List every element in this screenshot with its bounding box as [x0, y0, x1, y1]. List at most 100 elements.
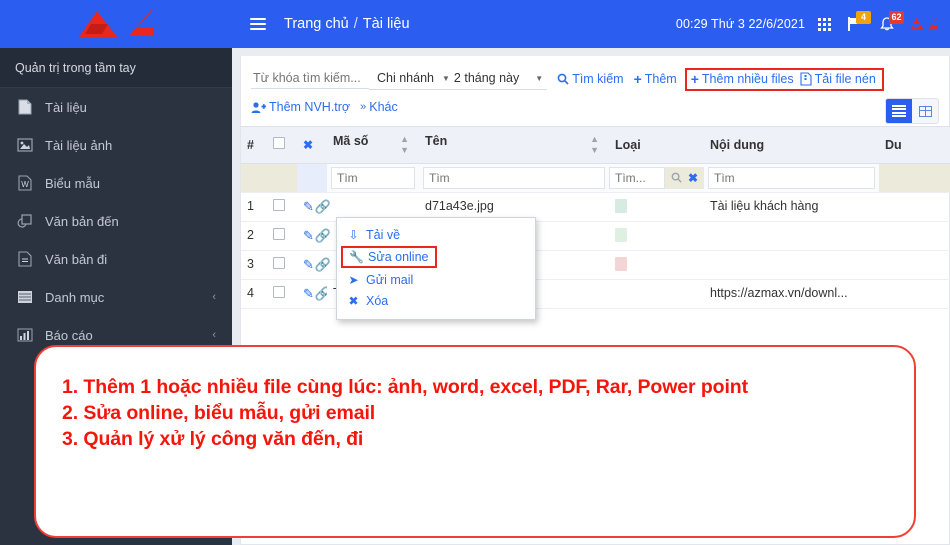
add-user-icon — [251, 101, 266, 113]
context-menu-item-label: Sửa online — [368, 250, 429, 264]
context-menu-item-label: Xóa — [366, 293, 389, 308]
flag-badge: 4 — [856, 11, 871, 24]
col-header-clear[interactable]: ✖ — [297, 126, 327, 164]
context-menu-item-edit-online[interactable]: 🔧 Sửa online — [341, 246, 437, 268]
filter-input-code[interactable] — [331, 166, 415, 189]
sidebar-item-van-ban-den[interactable]: Văn bản đến — [0, 202, 232, 240]
topbar-actions: 00:29 Thứ 3 22/6/2021 4 62 — [676, 11, 938, 34]
col-header-content[interactable]: Nội dung — [704, 126, 879, 164]
filter-input-content[interactable] — [708, 166, 875, 189]
view-toggle-group — [885, 98, 939, 124]
sidebar-logo[interactable] — [0, 0, 232, 48]
filter-cell-checkbox — [267, 163, 297, 193]
row-checkbox[interactable] — [273, 227, 285, 240]
grid-view-icon[interactable] — [912, 99, 938, 123]
cell-num: 1 — [241, 192, 267, 222]
sidebar-item-label: Văn bản đi — [45, 251, 108, 267]
breadcrumb: Trang chủ / Tài liệu — [284, 16, 410, 32]
add-support-staff-label: Thêm NVH.trợ — [269, 100, 351, 114]
add-button[interactable]: + Thêm — [634, 72, 677, 86]
row-action-icons[interactable]: ✎🔗 — [303, 199, 332, 214]
filter-cell-extra — [879, 163, 950, 193]
send-mail-icon: ➤ — [348, 272, 359, 287]
breadcrumb-home[interactable]: Trang chủ — [284, 16, 349, 32]
row-action-icons[interactable]: ✎🔗 — [303, 257, 332, 272]
filter-input-name[interactable] — [423, 166, 605, 189]
context-menu-item-send-mail[interactable]: ➤ Gửi mail — [337, 269, 535, 290]
chevron-down-icon: ▼ — [535, 73, 544, 83]
add-support-staff-button[interactable]: Thêm NVH.trợ — [251, 100, 350, 114]
search-button[interactable]: Tìm kiếm — [557, 72, 624, 86]
select-all-checkbox[interactable] — [273, 137, 285, 150]
cell-type-label — [704, 250, 879, 280]
date-range-select[interactable]: ▼ 2 tháng này ▼ — [440, 68, 548, 90]
filter-input-type[interactable] — [609, 166, 665, 189]
row-action-icons[interactable]: ✎🔗 — [303, 228, 332, 243]
cell-checkbox[interactable] — [267, 192, 297, 222]
download-icon: ⇩ — [348, 227, 359, 242]
topbar: Trang chủ / Tài liệu 00:29 Thứ 3 22/6/20… — [232, 0, 950, 48]
sidebar-item-bieu-mau[interactable]: W Biểu mẫu — [0, 164, 232, 202]
sidebar-item-danh-muc[interactable]: Danh mục ‹ — [0, 278, 232, 316]
cell-row-actions[interactable]: ✎🔗» — [297, 279, 327, 309]
sort-icon[interactable]: ▲ ▼ — [590, 134, 599, 156]
filter-cell-code — [327, 163, 419, 193]
inbox-doc-icon — [14, 212, 36, 230]
bell-icon[interactable]: 62 — [877, 11, 904, 34]
clear-x-icon[interactable]: ✖ — [303, 138, 313, 152]
col-header-num: # — [241, 126, 267, 164]
chevron-left-icon: ‹ — [212, 291, 216, 303]
hamburger-icon[interactable] — [250, 18, 266, 30]
word-icon: W — [14, 174, 36, 192]
col-header-extra[interactable]: Du — [879, 126, 950, 164]
row-action-icons[interactable]: ✎🔗» — [303, 286, 327, 301]
sidebar-item-tai-lieu-anh[interactable]: Tài liệu ảnh — [0, 126, 232, 164]
sidebar-item-label: Báo cáo — [45, 327, 93, 343]
row-checkbox[interactable] — [273, 285, 285, 298]
branch-select[interactable]: Chi nhánh — [369, 68, 440, 90]
col-header-label: Tên — [425, 134, 448, 148]
cell-content: https://azmax.vn/downl... — [704, 279, 879, 309]
context-menu-item-download[interactable]: ⇩ Tải về — [337, 224, 535, 245]
svg-text:W: W — [21, 180, 29, 189]
flag-icon[interactable]: 4 — [844, 11, 871, 34]
list-view-icon[interactable] — [886, 99, 912, 123]
wrench-icon: 🔧 — [349, 250, 364, 264]
col-header-code[interactable]: ▲ ▼ Mã số — [327, 126, 419, 164]
plus-icon: + — [690, 70, 699, 87]
sidebar-item-tai-lieu[interactable]: Tài liệu — [0, 88, 232, 126]
col-header-label: Mã số — [333, 134, 369, 148]
sidebar-item-label: Tài liệu ảnh — [45, 137, 113, 153]
cell-checkbox[interactable] — [267, 250, 297, 280]
app-root: Quản trị trong tầm tay Tài liệu Tài liệu… — [0, 0, 950, 545]
row-checkbox[interactable] — [273, 256, 285, 269]
sidebar-item-van-ban-di[interactable]: Văn bản đi — [0, 240, 232, 278]
cell-num: 4 — [241, 279, 267, 309]
magnifier-icon[interactable] — [671, 172, 682, 183]
col-header-type[interactable]: Loại — [609, 126, 704, 164]
context-menu-item-label: Gửi mail — [366, 272, 414, 287]
search-input[interactable] — [251, 69, 369, 89]
col-header-name[interactable]: ▲ ▼ Tên — [419, 126, 609, 164]
download-zip-button[interactable]: Tải file nén — [800, 72, 876, 86]
pdf-file-icon — [615, 256, 627, 271]
zip-file-icon — [800, 71, 812, 86]
cell-checkbox[interactable] — [267, 279, 297, 309]
sidebar-item-label: Văn bản đến — [45, 213, 119, 229]
context-menu-item-delete[interactable]: ✖ Xóa — [337, 290, 535, 311]
context-menu-item-label: Tải về — [366, 227, 401, 242]
az-logo-icon[interactable] — [910, 15, 938, 33]
breadcrumb-current[interactable]: Tài liệu — [363, 16, 410, 32]
clear-x-icon[interactable]: ✖ — [688, 171, 698, 185]
col-header-checkbox[interactable] — [267, 126, 297, 164]
add-many-files-button[interactable]: + Thêm nhiều files — [691, 72, 794, 86]
magnifier-icon — [557, 73, 569, 85]
cell-checkbox[interactable] — [267, 221, 297, 251]
filter-cell-clear — [297, 163, 327, 193]
row-checkbox[interactable] — [273, 198, 285, 211]
sidebar-item-label: Tài liệu — [45, 99, 87, 115]
more-button[interactable]: » Khác — [360, 100, 398, 114]
sort-icon[interactable]: ▲ ▼ — [400, 134, 409, 156]
cell-type — [609, 221, 704, 251]
apps-grid-icon[interactable] — [818, 17, 831, 31]
